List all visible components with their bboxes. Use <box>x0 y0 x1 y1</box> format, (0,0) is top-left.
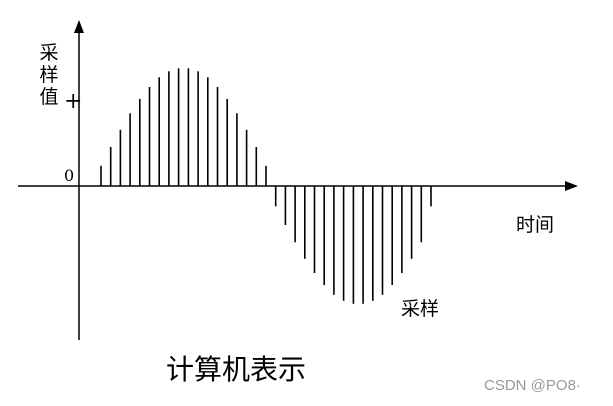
x-axis-arrow-icon <box>565 181 578 191</box>
watermark: CSDN @PO8· <box>484 377 581 394</box>
y-axis-arrow-icon <box>74 20 84 33</box>
samples-label: 采样 <box>401 298 440 320</box>
x-axis-label: 时间 <box>516 214 555 236</box>
plus-mark: + <box>64 89 83 114</box>
caption: 计算机表示 <box>166 353 307 386</box>
zero-mark: 0 <box>64 166 75 185</box>
y-axis-label: 采样值 <box>39 42 59 108</box>
sampling-diagram-canvas: 采样值 + 0 时间 采样 计算机表示 CSDN @PO8· <box>0 0 613 406</box>
sampling-diagram <box>18 20 578 340</box>
